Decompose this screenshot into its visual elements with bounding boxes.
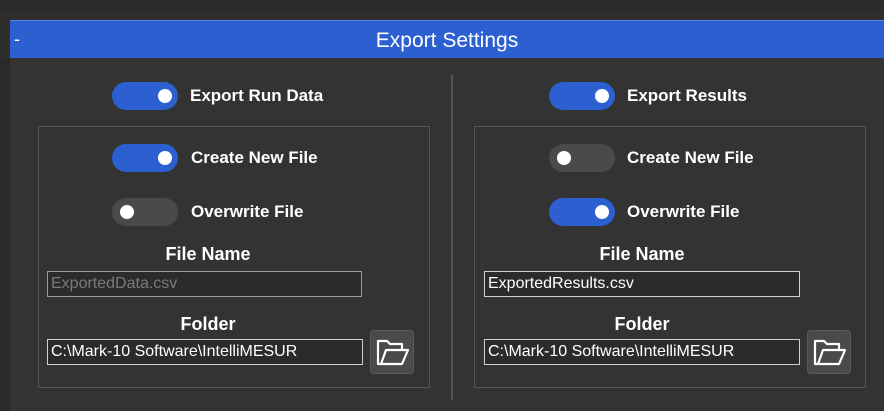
run-data-overwrite-file-label: Overwrite File: [191, 202, 304, 221]
panel-header: - Export Settings: [10, 20, 884, 59]
run-data-browse-folder-button[interactable]: [370, 330, 414, 374]
results-overwrite-file-toggle[interactable]: [549, 198, 615, 226]
results-file-name-label: File Name: [599, 244, 685, 264]
toggle-knob: [557, 151, 571, 165]
left-edge: [0, 58, 10, 411]
column-divider: [451, 75, 453, 400]
export-run-data-toggle[interactable]: [112, 82, 178, 110]
run-data-create-new-file-label: Create New File: [191, 148, 318, 167]
results-folder-label: Folder: [614, 314, 670, 334]
export-results-label: Export Results: [627, 86, 747, 105]
results-browse-folder-button[interactable]: [807, 330, 851, 374]
folder-open-icon: [813, 339, 847, 366]
toggle-knob: [595, 205, 609, 219]
results-file-name-input[interactable]: [484, 271, 800, 297]
results-create-new-file-label: Create New File: [627, 148, 754, 167]
results-overwrite-file-label: Overwrite File: [627, 202, 740, 221]
export-settings-panel: - Export Settings Export Run Data Create…: [0, 0, 884, 411]
results-folder-input[interactable]: [484, 339, 800, 365]
top-border: [0, 0, 884, 10]
export-run-data-label: Export Run Data: [190, 86, 324, 105]
run-data-overwrite-file-toggle[interactable]: [112, 198, 178, 226]
toggle-knob: [158, 89, 172, 103]
run-data-file-name-input[interactable]: [47, 271, 362, 297]
results-create-new-file-toggle[interactable]: [549, 144, 615, 172]
toggle-knob: [158, 151, 172, 165]
run-data-folder-label: Folder: [180, 314, 236, 334]
folder-open-icon: [376, 339, 410, 366]
panel-title: Export Settings: [375, 29, 519, 52]
toggle-knob: [595, 89, 609, 103]
run-data-create-new-file-toggle[interactable]: [112, 144, 178, 172]
toggle-knob: [120, 205, 134, 219]
export-results-toggle[interactable]: [549, 82, 615, 110]
run-data-folder-input[interactable]: [47, 339, 363, 365]
run-data-file-name-label: File Name: [165, 244, 251, 264]
